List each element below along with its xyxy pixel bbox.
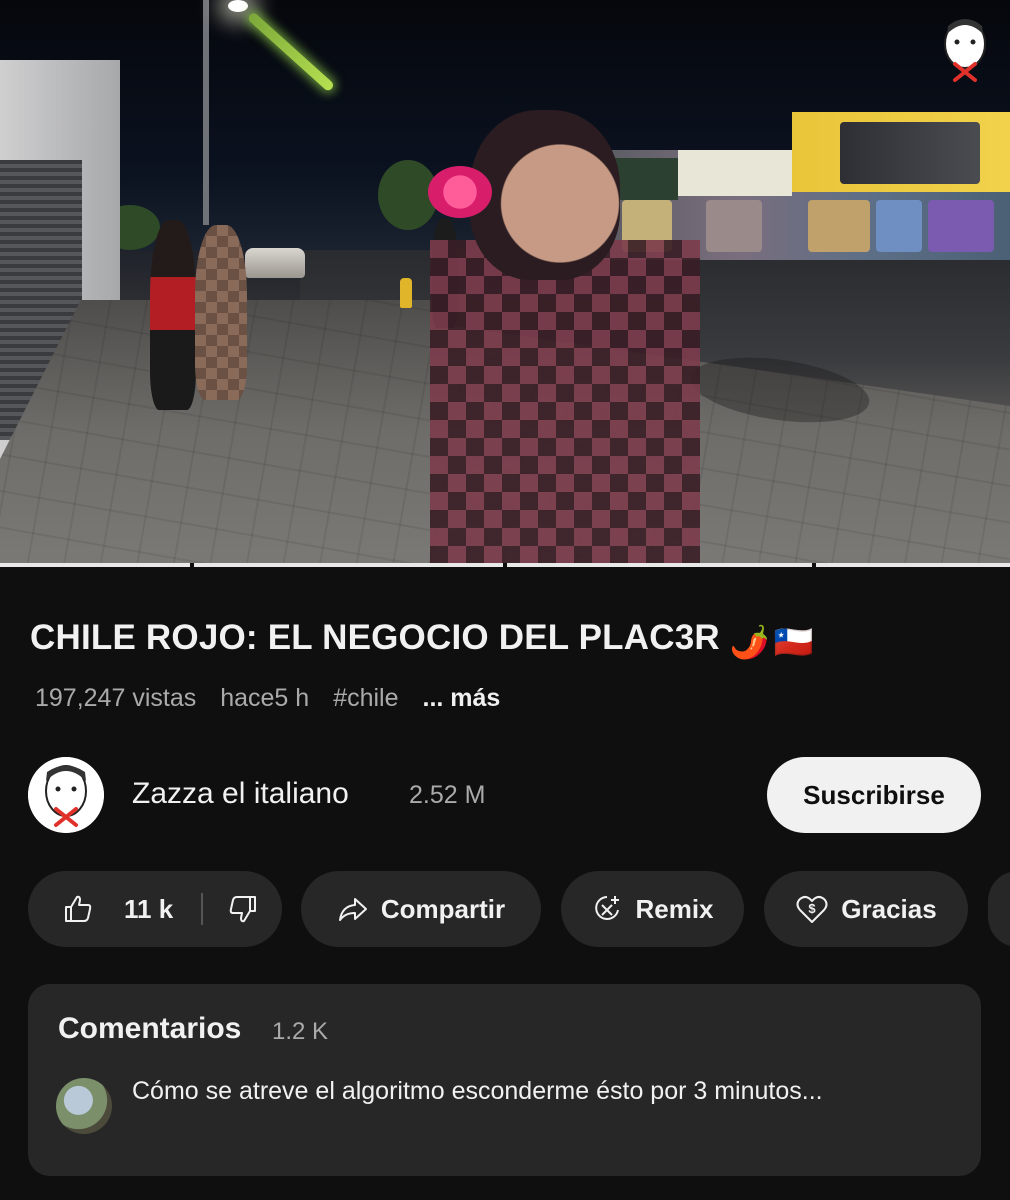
chapter-segment[interactable] bbox=[194, 563, 503, 567]
video-street-lamp bbox=[228, 0, 248, 12]
channel-avatar[interactable] bbox=[28, 757, 104, 833]
video-player[interactable] bbox=[0, 0, 1010, 565]
share-arrow-icon bbox=[338, 898, 367, 921]
channel-row: Zazza el italiano 2.52 M Suscribirse bbox=[28, 757, 988, 833]
dislike-button[interactable] bbox=[227, 893, 259, 925]
remix-icon bbox=[595, 896, 620, 920]
video-metadata[interactable]: 197,247 vistas hace5 h #chile ... más bbox=[35, 684, 500, 713]
more-description-button[interactable]: ... más bbox=[423, 684, 501, 712]
video-graffiti bbox=[928, 200, 994, 252]
comments-panel[interactable]: Comentarios 1.2 K Cómo se atreve el algo… bbox=[28, 984, 981, 1176]
video-graffiti bbox=[876, 200, 922, 252]
chapter-segment[interactable] bbox=[507, 563, 812, 567]
video-face bbox=[470, 110, 620, 280]
comments-count: 1.2 K bbox=[272, 1018, 329, 1045]
hashtag-link[interactable]: #chile bbox=[333, 684, 398, 712]
video-flower bbox=[428, 166, 492, 218]
heart-dollar-icon: $ bbox=[796, 895, 828, 923]
commenter-avatar bbox=[56, 1078, 112, 1134]
thanks-button[interactable]: $ Gracias bbox=[764, 871, 968, 947]
comments-heading: Comentarios bbox=[58, 1012, 242, 1045]
video-person bbox=[150, 220, 196, 410]
subscriber-count: 2.52 M bbox=[409, 781, 486, 809]
more-actions-button[interactable] bbox=[988, 871, 1010, 947]
share-label: Compartir bbox=[380, 893, 506, 924]
channel-watermark-icon bbox=[944, 19, 986, 82]
video-hydrant bbox=[400, 278, 412, 308]
channel-name[interactable]: Zazza el italiano bbox=[132, 777, 349, 811]
video-graffiti bbox=[706, 200, 762, 252]
channel-logo-icon bbox=[28, 757, 104, 833]
chile-flag-emoji: 🇨🇱 bbox=[773, 624, 814, 660]
share-button[interactable]: Compartir bbox=[301, 871, 541, 947]
top-comment-text: Cómo se atreve el algoritmo esconderme é… bbox=[132, 1077, 823, 1105]
video-street-pole bbox=[203, 0, 209, 225]
remix-button[interactable]: Remix bbox=[561, 871, 744, 947]
upload-age: hace5 h bbox=[220, 684, 310, 712]
video-graffiti bbox=[808, 200, 870, 252]
chili-pepper-emoji: 🌶️ bbox=[729, 624, 770, 660]
video-sign bbox=[678, 150, 792, 196]
chapter-segment[interactable] bbox=[816, 563, 1010, 567]
subscribe-button[interactable]: Suscribirse bbox=[767, 757, 981, 833]
thumbs-up-icon bbox=[65, 895, 92, 922]
video-pixelated-area bbox=[430, 240, 700, 565]
video-title-text: CHILE ROJO: EL NEGOCIO DEL PLAC3R bbox=[30, 618, 720, 657]
chapter-segment[interactable] bbox=[0, 563, 190, 567]
video-person-blurred bbox=[195, 225, 247, 400]
remix-label: Remix bbox=[635, 893, 714, 924]
thumbs-down-icon bbox=[229, 896, 257, 923]
like-dislike-bar: 11 k bbox=[28, 871, 282, 947]
thanks-label: Gracias bbox=[841, 893, 937, 924]
like-count: 11 k bbox=[124, 893, 174, 924]
video-billboard-tires bbox=[840, 122, 980, 184]
like-button[interactable]: 11 k bbox=[28, 893, 173, 925]
view-count: 197,247 vistas bbox=[35, 684, 197, 712]
video-car bbox=[245, 248, 305, 278]
video-title[interactable]: CHILE ROJO: EL NEGOCIO DEL PLAC3R 🌶️ 🇨🇱 bbox=[30, 618, 814, 661]
svg-text:$: $ bbox=[809, 901, 817, 916]
like-divider bbox=[201, 893, 204, 925]
